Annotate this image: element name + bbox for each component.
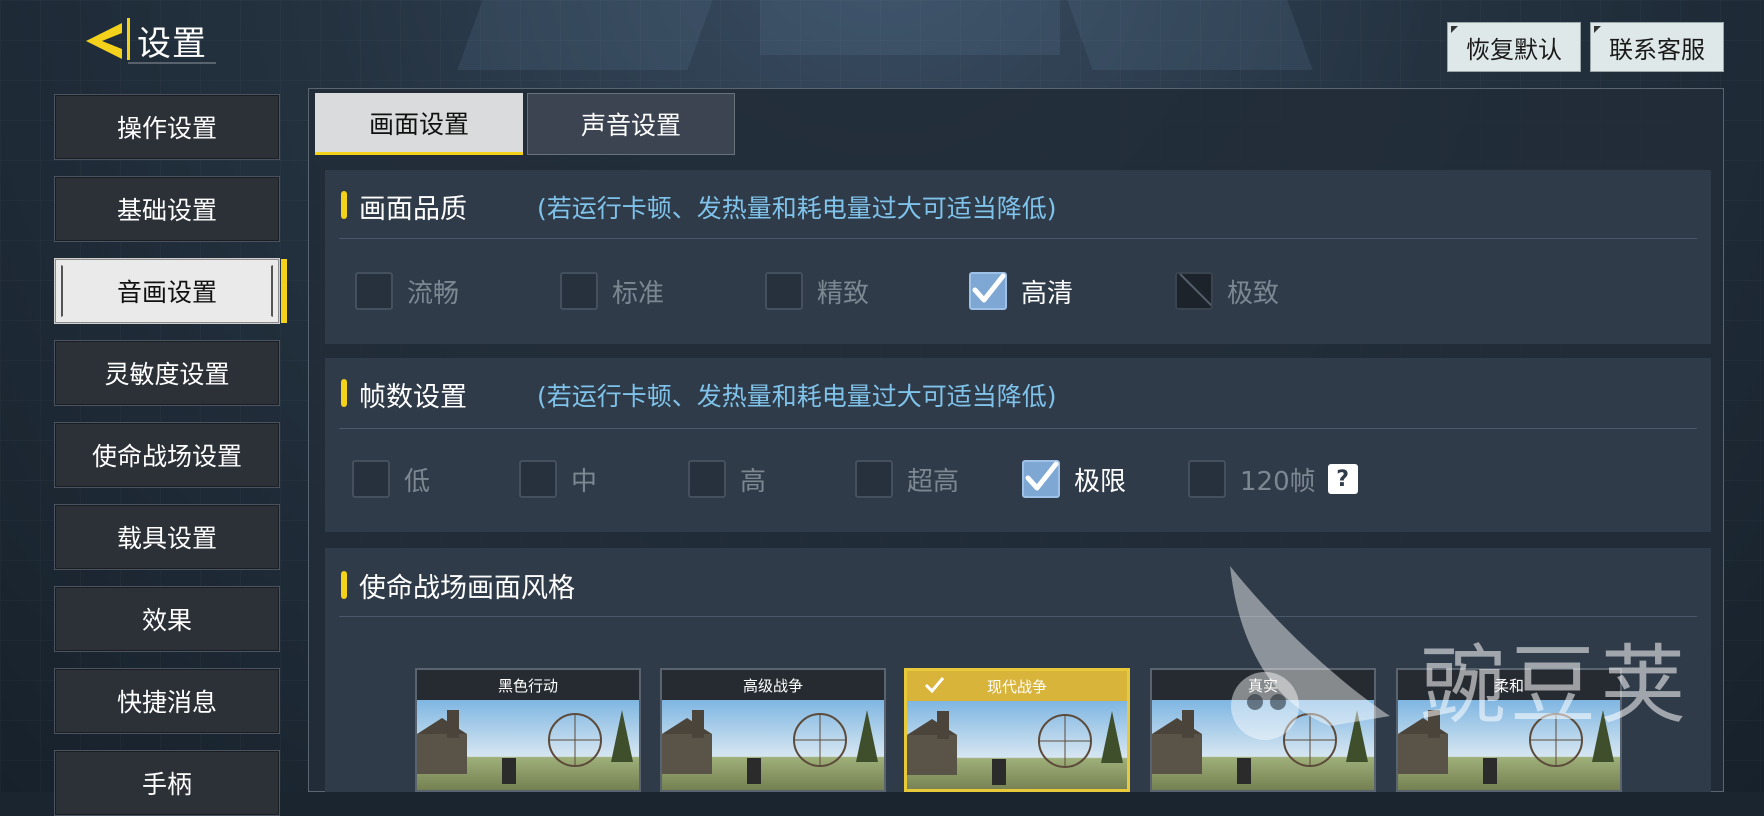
quality-section: 画面品质 (若运行卡顿、发热量和耗电量过大可适当降低) 流畅 标准 精致 高清 … <box>325 170 1711 344</box>
option-label: 高清 <box>1021 278 1074 309</box>
watermark-logo-icon <box>1230 566 1390 740</box>
checkbox[interactable] <box>560 272 598 310</box>
section-title: 使命战场画面风格 <box>359 573 575 604</box>
card-title: 黑色行动 <box>417 670 639 700</box>
checkbox[interactable] <box>352 460 390 498</box>
card-preview-image <box>662 700 884 790</box>
option-label: 高 <box>740 466 767 497</box>
quality-option-hd[interactable]: 高清 <box>969 272 1073 310</box>
check-icon <box>924 677 945 694</box>
framerate-section: 帧数设置 (若运行卡顿、发热量和耗电量过大可适当降低) 低 中 高 超高 极限 … <box>325 358 1711 532</box>
ferris-wheel-scene <box>662 710 878 784</box>
quality-option-standard[interactable]: 标准 <box>560 272 664 310</box>
checkbox[interactable] <box>688 460 726 498</box>
card-title: 高级战争 <box>662 670 884 700</box>
section-divider <box>339 238 1697 239</box>
section-marker <box>341 379 347 407</box>
framerate-option-120fps[interactable]: 120帧 ? <box>1188 460 1358 498</box>
tab-sound[interactable]: 声音设置 <box>527 93 735 155</box>
card-preview-image <box>907 701 1127 789</box>
style-card-modern-warfare[interactable]: 现代战争 <box>904 668 1130 792</box>
section-title: 画面品质 <box>359 194 467 225</box>
framerate-option-high[interactable]: 高 <box>688 460 766 498</box>
sidebar-item-battle-royale[interactable]: 使命战场设置 <box>54 422 280 488</box>
sidebar-item-quick-messages[interactable]: 快捷消息 <box>54 668 280 734</box>
check-icon <box>1025 461 1059 491</box>
option-label: 120帧 <box>1240 466 1316 497</box>
quality-option-fine[interactable]: 精致 <box>765 272 869 310</box>
sidebar-item-vehicle[interactable]: 载具设置 <box>54 504 280 570</box>
sidebar-item-basic[interactable]: 基础设置 <box>54 176 280 242</box>
framerate-option-low[interactable]: 低 <box>352 460 430 498</box>
watermark-text: 豌豆荚 <box>1420 636 1690 736</box>
ferris-wheel-scene <box>417 710 633 784</box>
check-icon <box>972 273 1006 303</box>
checkbox[interactable] <box>765 272 803 310</box>
sidebar-item-effects[interactable]: 效果 <box>54 586 280 652</box>
option-label: 低 <box>404 466 431 497</box>
section-hint: (若运行卡顿、发热量和耗电量过大可适当降低) <box>537 382 1057 411</box>
title-divider <box>127 18 130 60</box>
title-underline <box>128 62 216 64</box>
sidebar-item-audio-video[interactable]: 音画设置 <box>54 258 287 324</box>
section-title: 帧数设置 <box>359 382 467 413</box>
style-card-black-ops[interactable]: 黑色行动 <box>415 668 641 792</box>
option-label: 精致 <box>817 278 870 309</box>
framerate-option-medium[interactable]: 中 <box>519 460 597 498</box>
style-card-advanced-warfare[interactable]: 高级战争 <box>660 668 886 792</box>
section-marker <box>341 191 347 219</box>
section-marker <box>341 571 347 599</box>
option-label: 极限 <box>1074 466 1127 497</box>
background-shape <box>457 0 713 70</box>
card-title: 现代战争 <box>986 677 1047 696</box>
card-preview-image <box>417 700 639 790</box>
section-hint: (若运行卡顿、发热量和耗电量过大可适当降低) <box>537 194 1057 223</box>
checkbox[interactable] <box>1188 460 1226 498</box>
restore-default-button[interactable]: 恢复默认 <box>1447 22 1581 72</box>
option-label: 标准 <box>612 278 665 309</box>
sidebar-item-controller[interactable]: 手柄 <box>54 750 280 816</box>
checkbox[interactable] <box>855 460 893 498</box>
option-label: 中 <box>571 466 598 497</box>
checkbox[interactable] <box>355 272 393 310</box>
card-title-bar: 现代战争 <box>907 671 1127 701</box>
quality-option-smooth[interactable]: 流畅 <box>355 272 459 310</box>
page-title: 设置 <box>137 24 207 64</box>
back-arrow-icon <box>86 23 122 59</box>
sidebar-item-controls[interactable]: 操作设置 <box>54 94 280 160</box>
section-divider <box>339 428 1697 429</box>
question-icon[interactable]: ? <box>1327 464 1358 494</box>
option-label: 极致 <box>1227 278 1280 309</box>
contact-support-button[interactable]: 联系客服 <box>1590 22 1724 72</box>
tab-graphics[interactable]: 画面设置 <box>315 93 523 155</box>
ferris-wheel-scene <box>907 711 1123 785</box>
background-shape <box>760 0 1060 55</box>
checkbox[interactable] <box>519 460 557 498</box>
back-button[interactable] <box>80 18 128 64</box>
sidebar-item-sensitivity[interactable]: 灵敏度设置 <box>54 340 280 406</box>
checkbox-checked[interactable] <box>969 272 1007 310</box>
background-shape <box>1067 0 1313 70</box>
checkbox-checked[interactable] <box>1022 460 1060 498</box>
framerate-option-extreme[interactable]: 极限 <box>1022 460 1126 498</box>
framerate-option-very-high[interactable]: 超高 <box>855 460 959 498</box>
quality-option-ultra[interactable]: 极致 <box>1175 272 1279 310</box>
option-label: 流畅 <box>407 278 460 309</box>
checkbox-disabled <box>1175 272 1213 310</box>
option-label: 超高 <box>907 466 960 497</box>
